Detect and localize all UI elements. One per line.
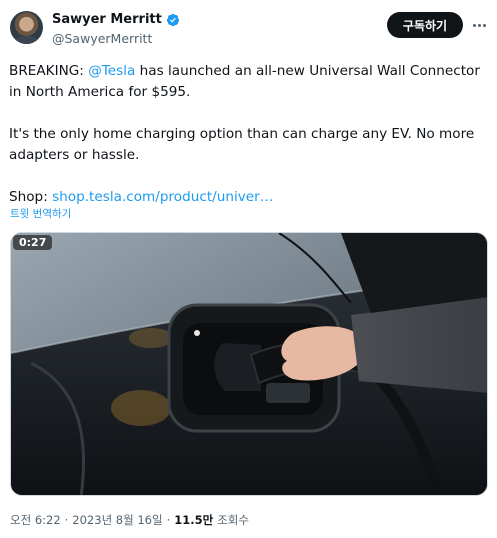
views-label: 조회수 [217,513,249,527]
tweet-paragraph-2: It's the only home charging option than … [9,126,475,163]
video-thumbnail [11,233,487,495]
tweet-paragraph-1: BREAKING: @Tesla has launched an all-new… [9,61,489,103]
tweet-time[interactable]: 오전 6:22 [10,512,61,528]
verified-badge-icon [166,13,179,26]
author-name[interactable]: Sawyer Merritt [52,12,162,27]
video-player[interactable] [10,232,488,496]
tweet-text: BREAKING: @Tesla has launched an all-new… [9,61,489,208]
tweet-header: Sawyer Merritt @SawyerMerritt 구독하기 [10,10,487,50]
views-count: 11.5만 [174,513,214,527]
more-options-icon[interactable] [470,16,488,34]
meta-separator: · [64,513,69,527]
breaking-prefix: BREAKING: [9,63,89,79]
author-name-row[interactable]: Sawyer Merritt [52,12,180,27]
meta-separator: · [166,513,171,527]
avatar[interactable] [10,11,43,44]
tweet-paragraph-3: Shop: shop.tesla.com/product/univer… [9,187,489,208]
author-handle[interactable]: @SawyerMerritt [52,31,152,46]
mention-link[interactable]: @Tesla [88,63,135,79]
subscribe-button[interactable]: 구독하기 [387,12,463,38]
video-duration-badge: 0:27 [13,235,53,250]
shop-link[interactable]: shop.tesla.com/product/univer… [52,189,273,205]
shop-prefix: Shop: [9,189,53,205]
tweet-meta: 오전 6:22 · 2023년 8월 16일 · 11.5만 조회수 [10,512,249,528]
tweet-date[interactable]: 2023년 8월 16일 [72,512,162,528]
translate-tweet-link[interactable]: 트윗 번역하기 [10,206,71,221]
